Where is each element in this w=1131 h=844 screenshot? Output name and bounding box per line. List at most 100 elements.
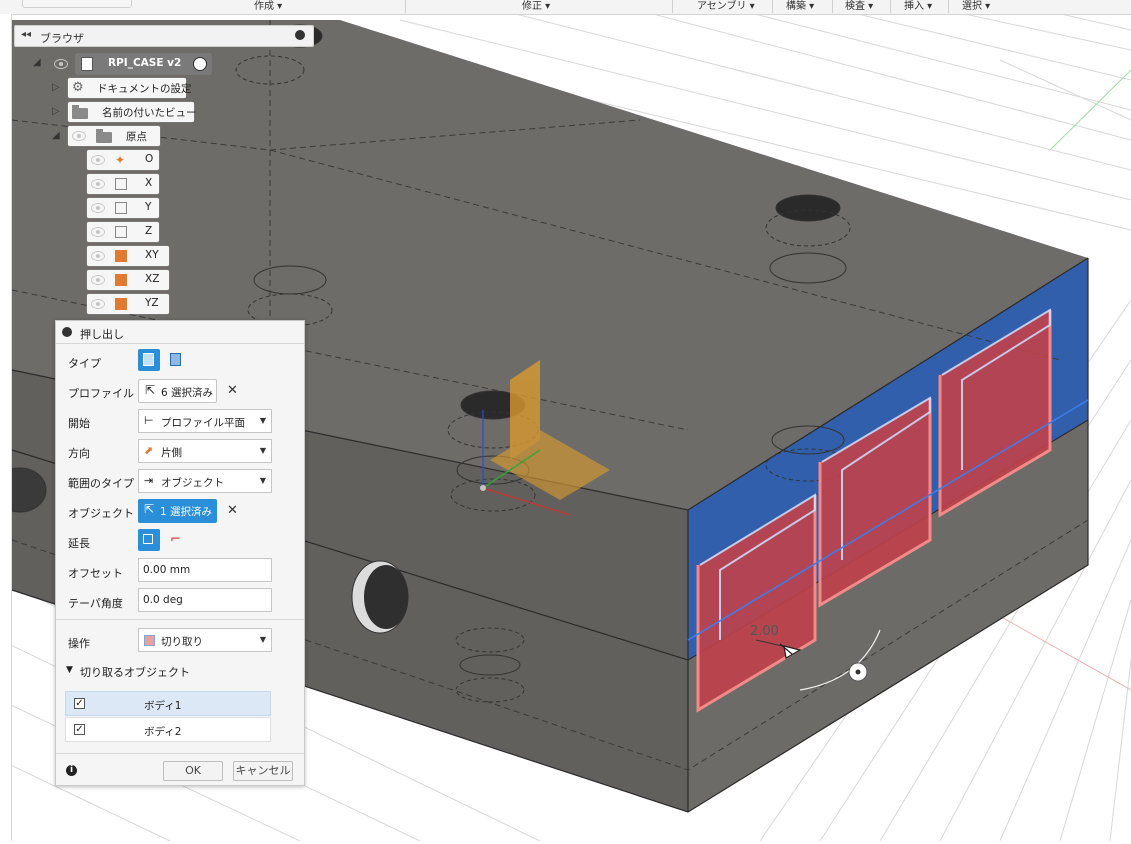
chevron-down-icon: ▼ bbox=[259, 416, 266, 425]
operation-dropdown[interactable]: 切り取り ▼ bbox=[138, 628, 272, 652]
cut-icon bbox=[144, 635, 155, 646]
extend-to-face-button[interactable] bbox=[138, 529, 160, 551]
object-value: 1 選択済み bbox=[160, 506, 213, 518]
item-label: 名前の付いたビュー bbox=[102, 107, 197, 119]
extent-dropdown[interactable]: ⇥ オブジェクト ▼ bbox=[138, 469, 272, 493]
taper-input[interactable]: 0.0 deg bbox=[138, 588, 272, 612]
visibility-icon[interactable] bbox=[91, 227, 105, 237]
origin-plane-xz[interactable]: XZ bbox=[87, 270, 169, 290]
extend-icon bbox=[143, 534, 153, 544]
minimize-icon[interactable] bbox=[62, 327, 72, 337]
taper-value: 0.0 deg bbox=[143, 594, 183, 606]
direction-label: 方向 bbox=[68, 447, 90, 460]
menu-assemble[interactable]: アセンブリ ▾ bbox=[697, 0, 755, 14]
body1-checkbox[interactable]: ✓ bbox=[74, 698, 85, 709]
item-label: Y bbox=[145, 201, 152, 213]
visibility-icon[interactable] bbox=[54, 59, 68, 69]
ok-button[interactable]: OK bbox=[163, 761, 223, 781]
extend-adjacent-button[interactable]: ⌐ bbox=[166, 529, 188, 551]
start-dropdown[interactable]: ⊢ プロファイル平面 ▼ bbox=[138, 409, 272, 433]
info-icon[interactable]: i bbox=[66, 765, 77, 776]
minimize-icon[interactable] bbox=[295, 30, 305, 40]
item-label: O bbox=[145, 153, 154, 165]
offset-label: オフセット bbox=[68, 567, 123, 580]
item-label: XY bbox=[145, 249, 159, 261]
visibility-icon[interactable] bbox=[91, 275, 105, 285]
divider bbox=[832, 0, 833, 13]
divider bbox=[56, 619, 304, 620]
origin-plane-yz[interactable]: YZ bbox=[87, 294, 169, 314]
collapse-icon[interactable]: ◢ bbox=[52, 130, 60, 141]
menu-construct[interactable]: 構築 ▾ bbox=[786, 0, 814, 14]
component-icon bbox=[81, 57, 93, 71]
start-label: 開始 bbox=[68, 417, 90, 430]
offset-input[interactable]: 0.00 mm bbox=[138, 558, 272, 582]
profile-value: 6 選択済み bbox=[161, 387, 214, 399]
item-label: Z bbox=[145, 225, 153, 237]
item-label: XZ bbox=[145, 273, 160, 285]
clear-selection-icon[interactable]: ✕ bbox=[227, 383, 238, 398]
plane-icon bbox=[115, 298, 127, 310]
cancel-button[interactable]: キャンセル bbox=[233, 761, 293, 781]
clear-selection-icon[interactable]: ✕ bbox=[227, 503, 238, 518]
extrude-type-thin-button[interactable] bbox=[166, 349, 188, 371]
visibility-icon[interactable] bbox=[91, 179, 105, 189]
origin-plane-xy[interactable]: XY bbox=[87, 246, 169, 266]
collapse-icon[interactable]: ◂◂ bbox=[21, 29, 31, 40]
type-label: タイプ bbox=[68, 357, 101, 370]
browser-root[interactable]: RPI_CASE v2 bbox=[76, 54, 211, 74]
direction-icon: ⬈ bbox=[144, 444, 154, 457]
taper-label: テーパ角度 bbox=[68, 597, 123, 610]
direction-value: 片側 bbox=[161, 447, 182, 459]
cursor-icon: ⇱ bbox=[145, 383, 156, 397]
expand-icon[interactable]: ▷ bbox=[52, 106, 60, 117]
operation-label: 操作 bbox=[68, 637, 90, 650]
extent-label: 範囲のタイプ bbox=[68, 477, 134, 490]
table-row[interactable]: ✓ ボディ2 bbox=[65, 717, 271, 742]
menu-select[interactable]: 選択 ▾ bbox=[962, 0, 990, 14]
browser-header[interactable]: ◂◂ ブラウザ bbox=[14, 25, 314, 47]
adjacent-icon: ⌐ bbox=[170, 532, 181, 547]
extend-label: 延長 bbox=[68, 537, 90, 550]
start-icon: ⊢ bbox=[144, 414, 154, 427]
axis-icon bbox=[115, 226, 127, 238]
visibility-icon[interactable] bbox=[91, 203, 105, 213]
axis-icon bbox=[115, 178, 127, 190]
browser-item-named-views[interactable]: 名前の付いたビュー bbox=[68, 102, 197, 122]
cursor-icon: ⇱ bbox=[144, 502, 155, 516]
origin-axis-z[interactable]: Z bbox=[87, 222, 159, 242]
divider bbox=[405, 0, 406, 13]
point-icon: ✦ bbox=[115, 153, 126, 167]
visibility-icon[interactable] bbox=[91, 155, 105, 165]
divider bbox=[672, 0, 673, 13]
visibility-icon[interactable] bbox=[91, 299, 105, 309]
extrude-type-solid-button[interactable] bbox=[138, 349, 160, 371]
body-name: ボディ2 bbox=[144, 726, 182, 738]
hidden-icon[interactable] bbox=[72, 131, 86, 141]
menu-insert[interactable]: 挿入 ▾ bbox=[904, 0, 932, 14]
expand-icon[interactable]: ◢ bbox=[33, 57, 41, 68]
divider bbox=[890, 0, 891, 13]
body2-checkbox[interactable]: ✓ bbox=[74, 724, 85, 735]
dimension-label[interactable]: 2.00 bbox=[750, 624, 779, 639]
browser-item-origin[interactable]: 原点 bbox=[68, 126, 160, 146]
thin-icon bbox=[170, 353, 181, 366]
menu-create[interactable]: 作成 ▾ bbox=[254, 0, 282, 14]
menu-modify[interactable]: 修正 ▾ bbox=[522, 0, 550, 14]
axis-icon bbox=[115, 202, 127, 214]
origin-axis-x[interactable]: X bbox=[87, 174, 159, 194]
direction-dropdown[interactable]: ⬈ 片側 ▼ bbox=[138, 439, 272, 463]
menu-inspect[interactable]: 検査 ▾ bbox=[845, 0, 873, 14]
expand-icon[interactable]: ▷ bbox=[52, 82, 60, 93]
item-label: YZ bbox=[145, 297, 159, 309]
browser-item-document-settings[interactable]: ⚙ ドキュメントの設定 bbox=[68, 78, 192, 98]
visibility-icon[interactable] bbox=[91, 251, 105, 261]
workspace-button[interactable] bbox=[22, 0, 132, 8]
origin-axis-y[interactable]: Y bbox=[87, 198, 159, 218]
section-toggle-icon[interactable]: ▼ bbox=[66, 665, 73, 675]
table-row[interactable]: ✓ ボディ1 bbox=[65, 691, 271, 716]
object-selection[interactable]: ⇱ 1 選択済み bbox=[138, 499, 217, 523]
profile-selection[interactable]: ⇱ 6 選択済み bbox=[138, 379, 217, 403]
activate-icon[interactable] bbox=[193, 57, 207, 71]
origin-point-o[interactable]: ✦ O bbox=[87, 150, 159, 170]
